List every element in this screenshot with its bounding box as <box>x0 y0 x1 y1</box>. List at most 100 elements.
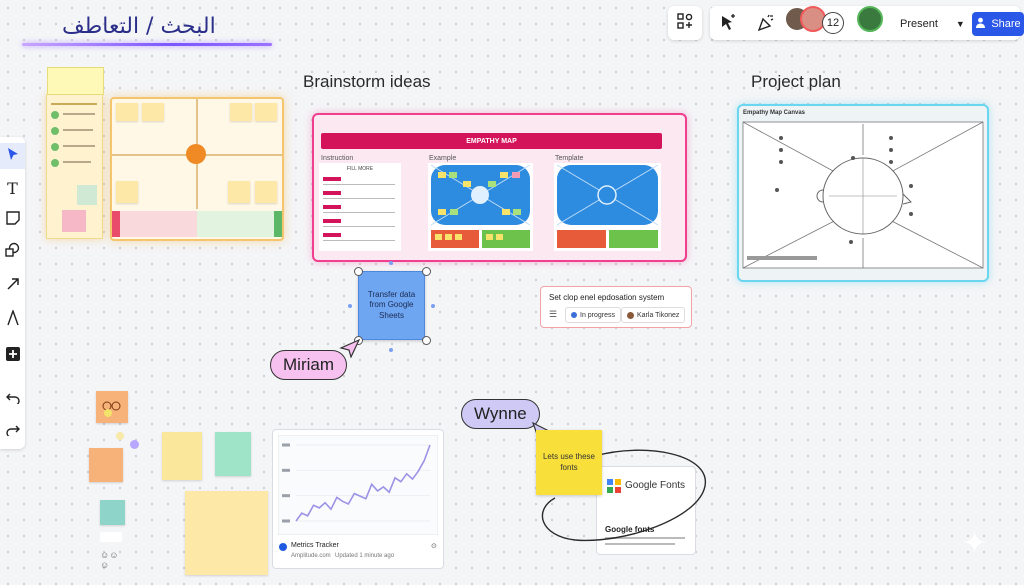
resize-handle[interactable] <box>422 267 431 276</box>
arrow-icon <box>6 277 20 296</box>
participant-count[interactable]: 12 <box>822 12 844 34</box>
add-tool[interactable] <box>0 343 25 369</box>
board-title[interactable]: البحث / التعاطف <box>62 14 216 39</box>
connector-tool[interactable] <box>0 273 25 299</box>
empathy-map-header: EMPATHY MAP <box>321 133 662 149</box>
list-line <box>63 161 91 163</box>
status-badge[interactable]: In progress <box>565 307 622 323</box>
list-line <box>63 145 95 147</box>
task-card[interactable]: Set clop enel epdosation system ☰ In pro… <box>540 286 692 328</box>
sticky-note[interactable] <box>89 448 123 482</box>
resize-handle[interactable] <box>354 267 363 276</box>
section-label-brainstorm[interactable]: Brainstorm ideas <box>303 72 431 92</box>
column-label: Template <box>555 155 584 162</box>
text-line <box>323 240 395 241</box>
cursor-select-icon[interactable] <box>716 11 740 35</box>
sticky-note-tool[interactable] <box>0 207 25 233</box>
sticky-note[interactable] <box>77 185 97 205</box>
shapes-tool[interactable] <box>0 239 25 265</box>
left-toolbar: T <box>0 137 25 449</box>
sticky-note[interactable] <box>255 103 277 121</box>
menu-lines-icon[interactable]: ☰ <box>549 309 557 320</box>
metrics-chart-card[interactable]: Metrics Tracker Amplitude.com Updated 1 … <box>272 429 444 569</box>
example-empathy-diagram <box>430 164 531 248</box>
shapes-icon <box>677 12 693 34</box>
step-tag <box>323 205 341 209</box>
checklist-frame[interactable] <box>46 67 104 239</box>
share-button[interactable]: Share <box>972 12 1024 36</box>
blue-sticky-note[interactable]: Transfer data from Google Sheets <box>358 271 425 340</box>
amplitude-logo-icon <box>279 543 287 551</box>
text-line <box>323 212 395 213</box>
list-bullet <box>51 159 59 167</box>
label-chip[interactable] <box>100 532 122 542</box>
assignee-badge[interactable]: Karla Tikonez <box>621 307 686 323</box>
sticky-note[interactable] <box>62 210 86 232</box>
sticky-note[interactable] <box>255 181 277 203</box>
sticky-note[interactable] <box>228 181 250 203</box>
cursor-icon <box>7 147 19 166</box>
step-tag <box>323 177 341 181</box>
resize-handle[interactable] <box>422 336 431 345</box>
yellow-sticky-note[interactable]: Lets use these fonts <box>536 430 602 495</box>
undo-tool[interactable] <box>0 387 25 413</box>
instruction-card[interactable]: FILL MORE <box>319 163 401 251</box>
chart-tick-label <box>282 519 290 523</box>
connector-dot[interactable] <box>389 261 393 265</box>
templates-button[interactable] <box>668 6 702 40</box>
pen-tool[interactable] <box>0 307 25 333</box>
step-tag <box>323 233 341 237</box>
step-tag <box>323 219 341 223</box>
chart-card-source: Amplitude.com <box>291 553 331 559</box>
info-icon[interactable]: ⊙ <box>431 542 437 550</box>
status-label: In progress <box>580 311 616 319</box>
sticky-note[interactable] <box>142 103 164 121</box>
people-icon: ☺☺☺ <box>100 550 119 570</box>
metrics-line-chart <box>278 435 438 535</box>
pen-icon <box>6 308 20 331</box>
connector-dot[interactable] <box>431 304 435 308</box>
sticky-note[interactable] <box>116 181 138 203</box>
list-bullet <box>51 111 59 119</box>
cursor-label-wynne: Wynne <box>461 399 540 429</box>
redo-tool[interactable] <box>0 419 25 445</box>
brainstorm-frame[interactable]: EMPATHY MAP Instruction Example Template… <box>312 113 687 262</box>
glasses-doodle <box>102 401 121 411</box>
text-tool[interactable]: T <box>0 175 25 201</box>
column-label: Instruction <box>321 155 354 162</box>
plus-icon <box>5 346 20 366</box>
sticky-note[interactable] <box>100 500 125 525</box>
text-line <box>323 198 395 199</box>
column-label: Example <box>429 155 457 162</box>
celebrate-icon[interactable] <box>754 11 778 35</box>
dot <box>104 409 112 417</box>
dot <box>116 432 124 440</box>
share-label: Share <box>991 18 1021 30</box>
chevron-down-icon[interactable]: ▼ <box>956 19 965 29</box>
list-line <box>63 113 95 115</box>
text-line <box>323 184 395 185</box>
sticky-note[interactable] <box>230 103 252 121</box>
sticky-note[interactable] <box>185 491 268 575</box>
sticky-note[interactable] <box>47 67 104 95</box>
sticky-note[interactable] <box>116 103 138 121</box>
title-underline <box>22 43 272 46</box>
undo-icon <box>5 391 20 409</box>
chart-tick-label <box>282 494 290 498</box>
sticky-note[interactable] <box>96 391 128 423</box>
select-tool[interactable] <box>0 143 25 169</box>
center-dot[interactable] <box>186 144 206 164</box>
template-card[interactable] <box>554 163 661 251</box>
connector-dot[interactable] <box>389 348 393 352</box>
quadrant-frame[interactable] <box>110 97 284 241</box>
connector-dot[interactable] <box>348 304 352 308</box>
section-label-project-plan[interactable]: Project plan <box>751 72 841 92</box>
present-label: Present <box>900 18 938 30</box>
cursor-label-miriam: Miriam <box>270 350 347 380</box>
project-plan-frame[interactable]: Empathy Map Canvas <box>737 104 989 282</box>
chart-card-updated: Updated 1 minute ago <box>335 553 395 559</box>
sticky-note[interactable] <box>162 432 202 480</box>
avatar[interactable] <box>857 6 883 32</box>
sticky-note[interactable] <box>215 432 251 476</box>
example-card[interactable] <box>428 163 533 251</box>
